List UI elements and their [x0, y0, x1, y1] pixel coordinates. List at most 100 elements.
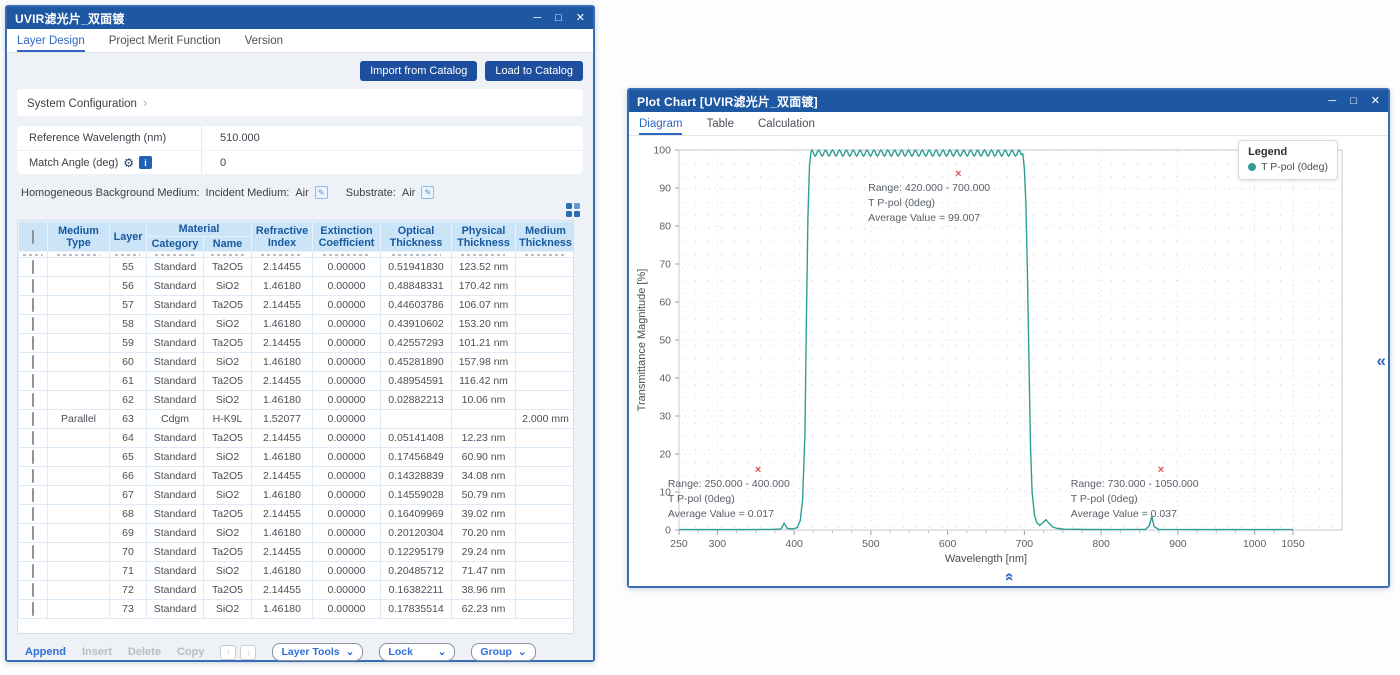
cell-layer[interactable]: 69: [110, 524, 147, 543]
cell-physical-thickness[interactable]: 50.79 nm: [452, 486, 516, 505]
cell-medium-type[interactable]: [48, 296, 110, 315]
cell-layer[interactable]: 61: [110, 372, 147, 391]
cell-extinction-coefficient[interactable]: 0.00000: [313, 353, 381, 372]
cell-medium-thickness[interactable]: [516, 600, 575, 619]
cell-category[interactable]: Standard: [147, 486, 204, 505]
maximize-icon[interactable]: □: [555, 8, 562, 28]
cell-medium-type[interactable]: [48, 315, 110, 334]
cell-name[interactable]: SiO2: [204, 562, 252, 581]
cell-optical-thickness[interactable]: 0.48954591: [381, 372, 452, 391]
cell-extinction-coefficient[interactable]: 0.00000: [313, 429, 381, 448]
cell-medium-thickness[interactable]: [516, 296, 575, 315]
cell-refractive-index[interactable]: 2.14455: [252, 581, 313, 600]
row-checkbox[interactable]: [32, 488, 34, 502]
cell-name[interactable]: SiO2: [204, 486, 252, 505]
cell-name[interactable]: SiO2: [204, 277, 252, 296]
cell-refractive-index[interactable]: 1.46180: [252, 353, 313, 372]
cell-medium-thickness[interactable]: [516, 391, 575, 410]
cell-refractive-index[interactable]: 2.14455: [252, 429, 313, 448]
cell-medium-type[interactable]: [48, 600, 110, 619]
cell-optical-thickness[interactable]: 0.17456849: [381, 448, 452, 467]
cell-optical-thickness[interactable]: 0.14328839: [381, 467, 452, 486]
cell-name[interactable]: Ta2O5: [204, 429, 252, 448]
cell-layer[interactable]: 60: [110, 353, 147, 372]
row-checkbox[interactable]: [32, 317, 34, 331]
cell-category[interactable]: Standard: [147, 258, 204, 277]
cell-physical-thickness[interactable]: 153.20 nm: [452, 315, 516, 334]
row-checkbox[interactable]: [32, 450, 34, 464]
cell-category[interactable]: Standard: [147, 467, 204, 486]
cell-medium-thickness[interactable]: [516, 486, 575, 505]
row-checkbox[interactable]: [32, 431, 34, 445]
cell-optical-thickness[interactable]: 0.16409969: [381, 505, 452, 524]
cell-medium-type[interactable]: [48, 581, 110, 600]
cell-optical-thickness[interactable]: 0.44603786: [381, 296, 452, 315]
cell-physical-thickness[interactable]: [452, 410, 516, 429]
cell-medium-thickness[interactable]: [516, 258, 575, 277]
cell-layer[interactable]: 59: [110, 334, 147, 353]
cell-optical-thickness[interactable]: 0.42557293: [381, 334, 452, 353]
cell-name[interactable]: SiO2: [204, 315, 252, 334]
cell-optical-thickness[interactable]: 0.48848331: [381, 277, 452, 296]
cell-name[interactable]: Ta2O5: [204, 581, 252, 600]
cell-medium-type[interactable]: [48, 372, 110, 391]
cell-name[interactable]: Ta2O5: [204, 543, 252, 562]
remove-annotation-icon[interactable]: ×: [755, 464, 761, 476]
cell-medium-thickness[interactable]: [516, 448, 575, 467]
row-checkbox[interactable]: [32, 393, 34, 407]
cell-name[interactable]: SiO2: [204, 600, 252, 619]
cell-category[interactable]: Cdgm: [147, 410, 204, 429]
cell-category[interactable]: Standard: [147, 277, 204, 296]
cell-refractive-index[interactable]: 1.46180: [252, 524, 313, 543]
tab-version[interactable]: Version: [245, 29, 283, 52]
cell-medium-thickness[interactable]: [516, 505, 575, 524]
cell-extinction-coefficient[interactable]: 0.00000: [313, 543, 381, 562]
collapse-panel-left-icon[interactable]: «: [1377, 351, 1386, 371]
cell-medium-thickness[interactable]: [516, 467, 575, 486]
cell-extinction-coefficient[interactable]: 0.00000: [313, 391, 381, 410]
move-up-icon[interactable]: ↑: [220, 645, 236, 660]
cell-name[interactable]: SiO2: [204, 524, 252, 543]
maximize-icon[interactable]: □: [1350, 91, 1357, 111]
cell-category[interactable]: Standard: [147, 334, 204, 353]
cell-name[interactable]: H-K9L: [204, 410, 252, 429]
cell-refractive-index[interactable]: 1.46180: [252, 277, 313, 296]
cell-extinction-coefficient[interactable]: 0.00000: [313, 410, 381, 429]
copy-button[interactable]: Copy: [177, 646, 205, 658]
cell-name[interactable]: Ta2O5: [204, 467, 252, 486]
remove-annotation-icon[interactable]: ×: [955, 168, 961, 180]
cell-extinction-coefficient[interactable]: 0.00000: [313, 334, 381, 353]
cell-optical-thickness[interactable]: 0.16382211: [381, 581, 452, 600]
tab-calculation[interactable]: Calculation: [758, 112, 815, 135]
cell-layer[interactable]: 67: [110, 486, 147, 505]
row-checkbox[interactable]: [32, 279, 34, 293]
cell-name[interactable]: SiO2: [204, 448, 252, 467]
match-angle-value[interactable]: 0: [202, 157, 583, 169]
gear-icon[interactable]: ⚙: [123, 156, 134, 170]
cell-medium-type[interactable]: [48, 524, 110, 543]
cell-medium-thickness[interactable]: [516, 334, 575, 353]
cell-layer[interactable]: 62: [110, 391, 147, 410]
cell-physical-thickness[interactable]: 101.21 nm: [452, 334, 516, 353]
cell-medium-type[interactable]: [48, 467, 110, 486]
reference-wavelength-value[interactable]: 510.000: [202, 132, 583, 144]
import-from-catalog-button[interactable]: Import from Catalog: [360, 61, 477, 81]
minimize-icon[interactable]: ─: [1328, 91, 1336, 111]
info-icon[interactable]: i: [139, 156, 152, 169]
tab-diagram[interactable]: Diagram: [639, 112, 682, 135]
cell-category[interactable]: Standard: [147, 543, 204, 562]
cell-extinction-coefficient[interactable]: 0.00000: [313, 467, 381, 486]
cell-refractive-index[interactable]: 2.14455: [252, 467, 313, 486]
select-all-checkbox[interactable]: [32, 230, 34, 244]
cell-extinction-coefficient[interactable]: 0.00000: [313, 486, 381, 505]
cell-medium-thickness[interactable]: [516, 581, 575, 600]
cell-medium-type[interactable]: [48, 429, 110, 448]
cell-layer[interactable]: 65: [110, 448, 147, 467]
cell-name[interactable]: Ta2O5: [204, 334, 252, 353]
cell-optical-thickness[interactable]: 0.20120304: [381, 524, 452, 543]
cell-extinction-coefficient[interactable]: 0.00000: [313, 505, 381, 524]
system-configuration-header[interactable]: System Configuration›: [17, 89, 583, 116]
cell-physical-thickness[interactable]: 29.24 nm: [452, 543, 516, 562]
cell-medium-type[interactable]: [48, 448, 110, 467]
tab-table[interactable]: Table: [706, 112, 734, 135]
